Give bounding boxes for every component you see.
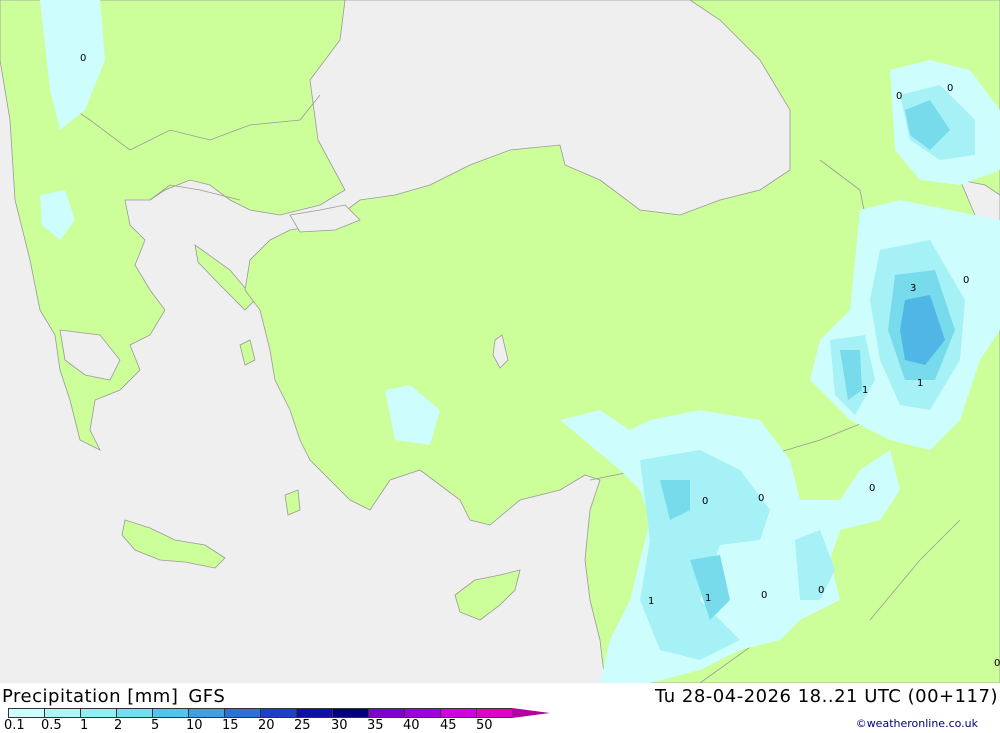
scale-swatch	[152, 708, 188, 718]
scale-swatch	[368, 708, 404, 718]
scale-tick: 20	[258, 718, 275, 733]
value-label: 1	[705, 593, 711, 604]
value-label: 1	[862, 385, 868, 396]
value-label: 0	[758, 493, 764, 504]
scale-swatch	[188, 708, 224, 718]
value-label: 0	[818, 585, 824, 596]
value-label: 0	[869, 483, 875, 494]
value-label: 0	[947, 83, 953, 94]
scale-swatch	[260, 708, 296, 718]
scale-tick: 0.1	[4, 718, 25, 733]
scale-swatch	[80, 708, 116, 718]
scale-swatch	[296, 708, 332, 718]
scale-swatch	[440, 708, 476, 718]
value-label: 0	[963, 275, 969, 286]
scale-tick: 1	[80, 718, 89, 733]
scale-arrow-icon	[512, 708, 550, 718]
value-label: 0	[702, 496, 708, 507]
map-title: Precipitation [mm] GFS	[2, 686, 235, 707]
forecast-timestamp: Tu 28-04-2026 18..21 UTC (00+117)	[655, 686, 998, 707]
scale-swatch	[8, 708, 44, 718]
scale-tick: 25	[294, 718, 311, 733]
title-text: Precipitation [mm]	[2, 686, 179, 707]
scale-tick: 35	[367, 718, 384, 733]
scale-tick: 45	[440, 718, 457, 733]
scale-tick: 2	[114, 718, 123, 733]
value-label: 1	[917, 378, 923, 389]
scale-tick: 50	[476, 718, 493, 733]
value-label: 0	[761, 590, 767, 601]
scale-swatch	[476, 708, 512, 718]
precipitation-map: 0 0 0 0 3 1 1 0 0 0 1 1 0 0 0	[0, 0, 1000, 683]
value-label: 0	[80, 53, 86, 64]
scale-swatch	[332, 708, 368, 718]
scale-tick: 0.5	[41, 718, 62, 733]
model-name: GFS	[188, 686, 226, 707]
scale-tick: 40	[403, 718, 420, 733]
value-label: 0	[994, 658, 1000, 669]
scale-swatch	[116, 708, 152, 718]
footer: Precipitation [mm] GFS Tu 28-04-2026 18..…	[0, 683, 1000, 733]
scale-swatch	[224, 708, 260, 718]
scale-swatch	[404, 708, 440, 718]
value-label: 0	[896, 91, 902, 102]
scale-tick: 5	[151, 718, 160, 733]
scale-tick: 10	[186, 718, 203, 733]
scale-ticks: 0.1 0.5 1 2 5 10 15 20 25 30 35 40 45 50	[0, 718, 560, 733]
scale-tick: 30	[331, 718, 348, 733]
scale-swatch	[44, 708, 80, 718]
value-label: 3	[910, 283, 916, 294]
value-label: 1	[648, 596, 654, 607]
copyright-link[interactable]: ©weatheronline.co.uk	[856, 717, 978, 730]
scale-tick: 15	[222, 718, 239, 733]
